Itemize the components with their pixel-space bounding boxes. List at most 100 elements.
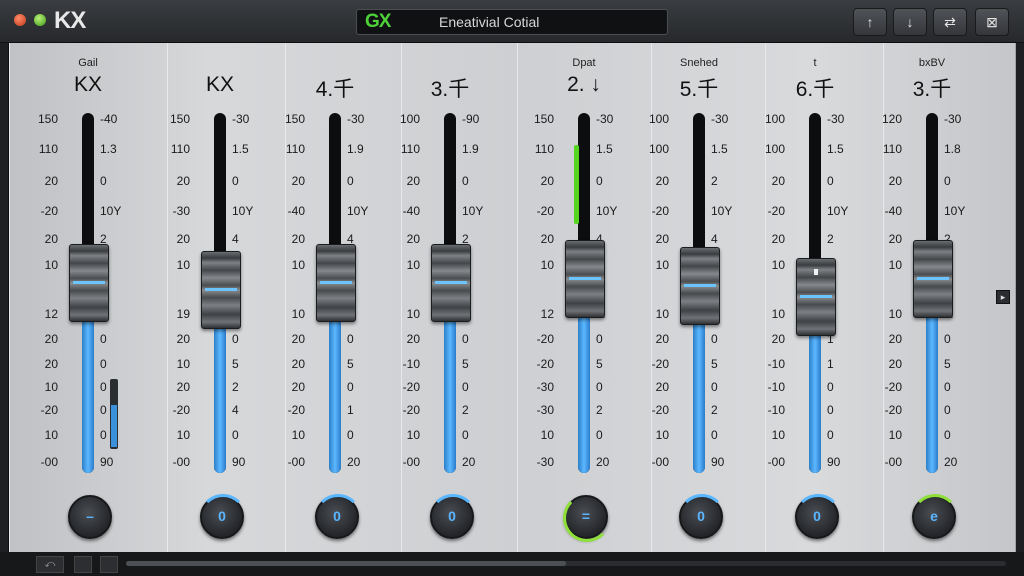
level-meter — [574, 145, 579, 225]
scale-label-right: 0 — [944, 174, 951, 188]
scale-label-left: 20 — [44, 357, 58, 371]
fader-cap[interactable] — [201, 251, 241, 329]
scale-label-right: 0 — [462, 380, 469, 394]
view-button[interactable] — [74, 556, 92, 573]
scale-label-right: 0 — [944, 380, 951, 394]
swap-icon: ⇄ — [944, 14, 956, 30]
scale-label-left: 20 — [655, 174, 669, 188]
download-button[interactable]: ↓ — [893, 8, 927, 36]
arrow-up-button[interactable]: ↑ — [853, 8, 887, 36]
scale-label-left: 20 — [771, 232, 785, 246]
project-title-field[interactable]: GX Eneativial Cotial — [356, 9, 668, 35]
scale-label-right: 20 — [462, 455, 476, 469]
scale-label-left: 110 — [400, 142, 420, 156]
swap-button[interactable]: ⇄ — [933, 8, 967, 36]
scale-label-left: -00 — [884, 455, 902, 469]
scale-label-left: 10 — [655, 258, 669, 272]
horizontal-scrollbar[interactable] — [126, 561, 1006, 566]
scale-label-left: 20 — [406, 232, 420, 246]
scale-label-left: 10 — [291, 258, 305, 272]
scale-label-left: 20 — [44, 174, 58, 188]
window-button[interactable]: ⊠ — [975, 8, 1009, 36]
scale-label-right: 0 — [462, 332, 469, 346]
scale-label-left: 100 — [648, 142, 669, 156]
scale-label-left: 20 — [540, 174, 554, 188]
scale-label-left: -20 — [536, 332, 554, 346]
zoom-window-button[interactable] — [34, 14, 46, 26]
scale-label-left: 20 — [291, 232, 305, 246]
knob-indicator — [563, 494, 611, 542]
expand-icon[interactable]: ▸ — [996, 290, 1010, 304]
scale-label-right: 90 — [100, 455, 114, 469]
scale-label-left: -20 — [536, 204, 554, 218]
scale-label-left: -10 — [767, 380, 785, 394]
pan-knob[interactable]: 0 — [429, 494, 477, 539]
channel-name: KX — [73, 73, 102, 96]
fader-cap[interactable] — [69, 243, 109, 322]
scale-label-left: -40 — [287, 204, 305, 218]
scale-label-right: 0 — [100, 380, 107, 394]
scale-label-left: -40 — [402, 204, 420, 218]
pan-knob[interactable]: 0 — [678, 494, 726, 539]
scale-label-left: 10 — [176, 258, 190, 272]
scale-label-left: 10 — [540, 428, 554, 442]
fader-cap[interactable] — [316, 243, 356, 322]
channel-name: KX — [205, 73, 234, 96]
scale-label-right: 0 — [100, 357, 107, 371]
mini-level-meter — [110, 379, 118, 449]
fader-cap[interactable] — [913, 240, 953, 319]
scale-label-right: 0 — [462, 174, 469, 188]
close-window-button[interactable] — [14, 14, 26, 26]
scale-label-right: 0 — [827, 380, 834, 394]
scale-label-left: -30 — [536, 455, 554, 469]
scale-label-left: 10 — [291, 307, 305, 321]
scale-label-left: 10 — [771, 428, 785, 442]
scale-label-left: 20 — [44, 332, 58, 346]
scale-label-right: 0 — [944, 428, 951, 442]
pan-knob[interactable]: = — [563, 494, 611, 542]
pan-knob[interactable]: 0 — [794, 494, 842, 542]
scale-label-left: -20 — [402, 403, 420, 417]
channel-sublabel: Dpat — [572, 57, 596, 69]
project-title: Eneativial Cotial — [439, 14, 540, 30]
scale-label-left: 10 — [655, 428, 669, 442]
scale-label-right: 10Y — [827, 204, 849, 218]
scale-label-left: -20 — [884, 403, 902, 417]
knob-indicator — [314, 494, 362, 542]
channel-sublabel: t — [813, 57, 817, 69]
scale-label-left: -10 — [767, 357, 785, 371]
scale-label-left: -00 — [172, 455, 190, 469]
knob-indicator — [911, 494, 959, 542]
fader-cap[interactable] — [796, 258, 836, 337]
scale-label-left: -20 — [651, 204, 669, 218]
fader-cap[interactable] — [680, 247, 720, 326]
window-icon: ⊠ — [986, 14, 998, 30]
scale-label-left: 20 — [771, 332, 785, 346]
scale-label-left: 20 — [655, 232, 669, 246]
scale-label-right: 20 — [944, 455, 958, 469]
pan-knob[interactable]: – — [68, 495, 112, 539]
back-button[interactable]: ⤺ — [36, 556, 64, 573]
scrollbar-thumb[interactable] — [126, 561, 566, 566]
pan-knob[interactable]: 0 — [199, 494, 247, 542]
view-button-2[interactable] — [100, 556, 118, 573]
fader-cap[interactable] — [565, 240, 605, 319]
scale-label-left: -00 — [402, 455, 420, 469]
scale-label-left: 20 — [655, 332, 669, 346]
fader-cap[interactable] — [431, 243, 471, 322]
scale-label-left: -20 — [884, 380, 902, 394]
pan-knob[interactable]: 0 — [314, 494, 362, 542]
scale-label-left: -20 — [172, 403, 190, 417]
knob-indicator — [199, 494, 247, 542]
scale-label-left: -00 — [651, 455, 669, 469]
scale-label-left: 10 — [44, 258, 58, 272]
scale-label-left: 120 — [881, 112, 902, 126]
scale-label-left: 20 — [291, 380, 305, 394]
pan-knob[interactable]: e — [911, 494, 959, 542]
knob-indicator — [794, 494, 842, 542]
scale-label-left: 20 — [406, 174, 420, 188]
scale-label-right: 90 — [827, 455, 841, 469]
scale-label-left: -30 — [536, 380, 554, 394]
scale-label-left: 150 — [169, 112, 190, 126]
scale-label-left: 110 — [170, 142, 190, 156]
